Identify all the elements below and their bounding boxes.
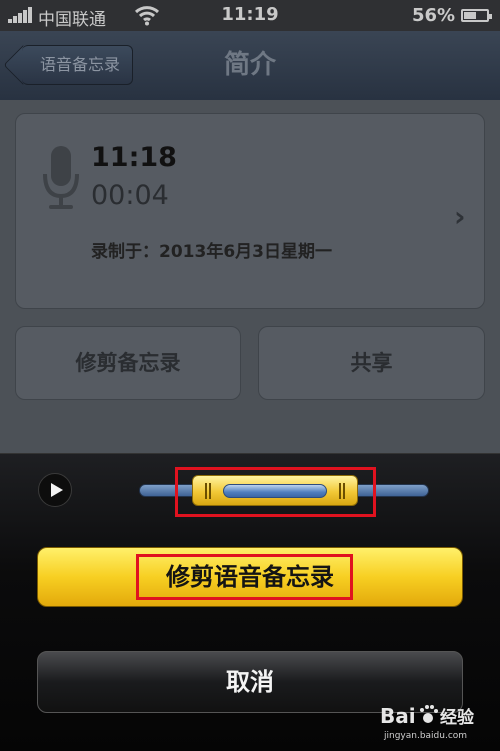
play-icon[interactable] (38, 473, 72, 507)
grip-right-icon[interactable] (339, 483, 346, 499)
microphone-icon (43, 146, 79, 209)
navigation-bar: 简介 语音备忘录 (0, 31, 500, 101)
svg-text:Bai: Bai (380, 704, 416, 728)
recorded-label: 录制于： (91, 242, 159, 262)
back-button[interactable]: 语音备忘录 (22, 45, 133, 85)
status-bar: 中国联通 11:19 56% (0, 0, 500, 31)
share-button[interactable]: 共享 (258, 326, 485, 400)
battery-percent: 56% (412, 5, 456, 26)
memo-info-panel: 11:18 00:04 录制于：2013年6月3日星期一 › 修剪备忘录 共享 (0, 100, 500, 453)
battery-icon (461, 9, 492, 22)
trim-memo-button[interactable]: 修剪备忘录 (15, 326, 241, 400)
chevron-right-icon: › (454, 200, 466, 233)
recorded-date-value: 2013年6月3日星期一 (159, 242, 332, 262)
trim-voice-memo-button[interactable]: 修剪语音备忘录 (37, 547, 463, 607)
trim-range-handle[interactable] (192, 475, 358, 506)
grip-left-icon[interactable] (205, 483, 212, 499)
baidu-jingyan-watermark: Bai 经验 jingyan.baidu.com (358, 700, 498, 748)
trim-selection (223, 484, 327, 498)
memo-info-card[interactable]: 11:18 00:04 录制于：2013年6月3日星期一 › (15, 113, 485, 309)
baidu-logo-icon: Bai 经验 (380, 704, 475, 728)
memo-recorded-date: 录制于：2013年6月3日星期一 (91, 237, 332, 262)
memo-time: 11:18 (91, 142, 177, 173)
svg-text:经验: 经验 (440, 707, 475, 728)
memo-duration: 00:04 (91, 180, 169, 211)
watermark-url: jingyan.baidu.com (384, 731, 468, 741)
